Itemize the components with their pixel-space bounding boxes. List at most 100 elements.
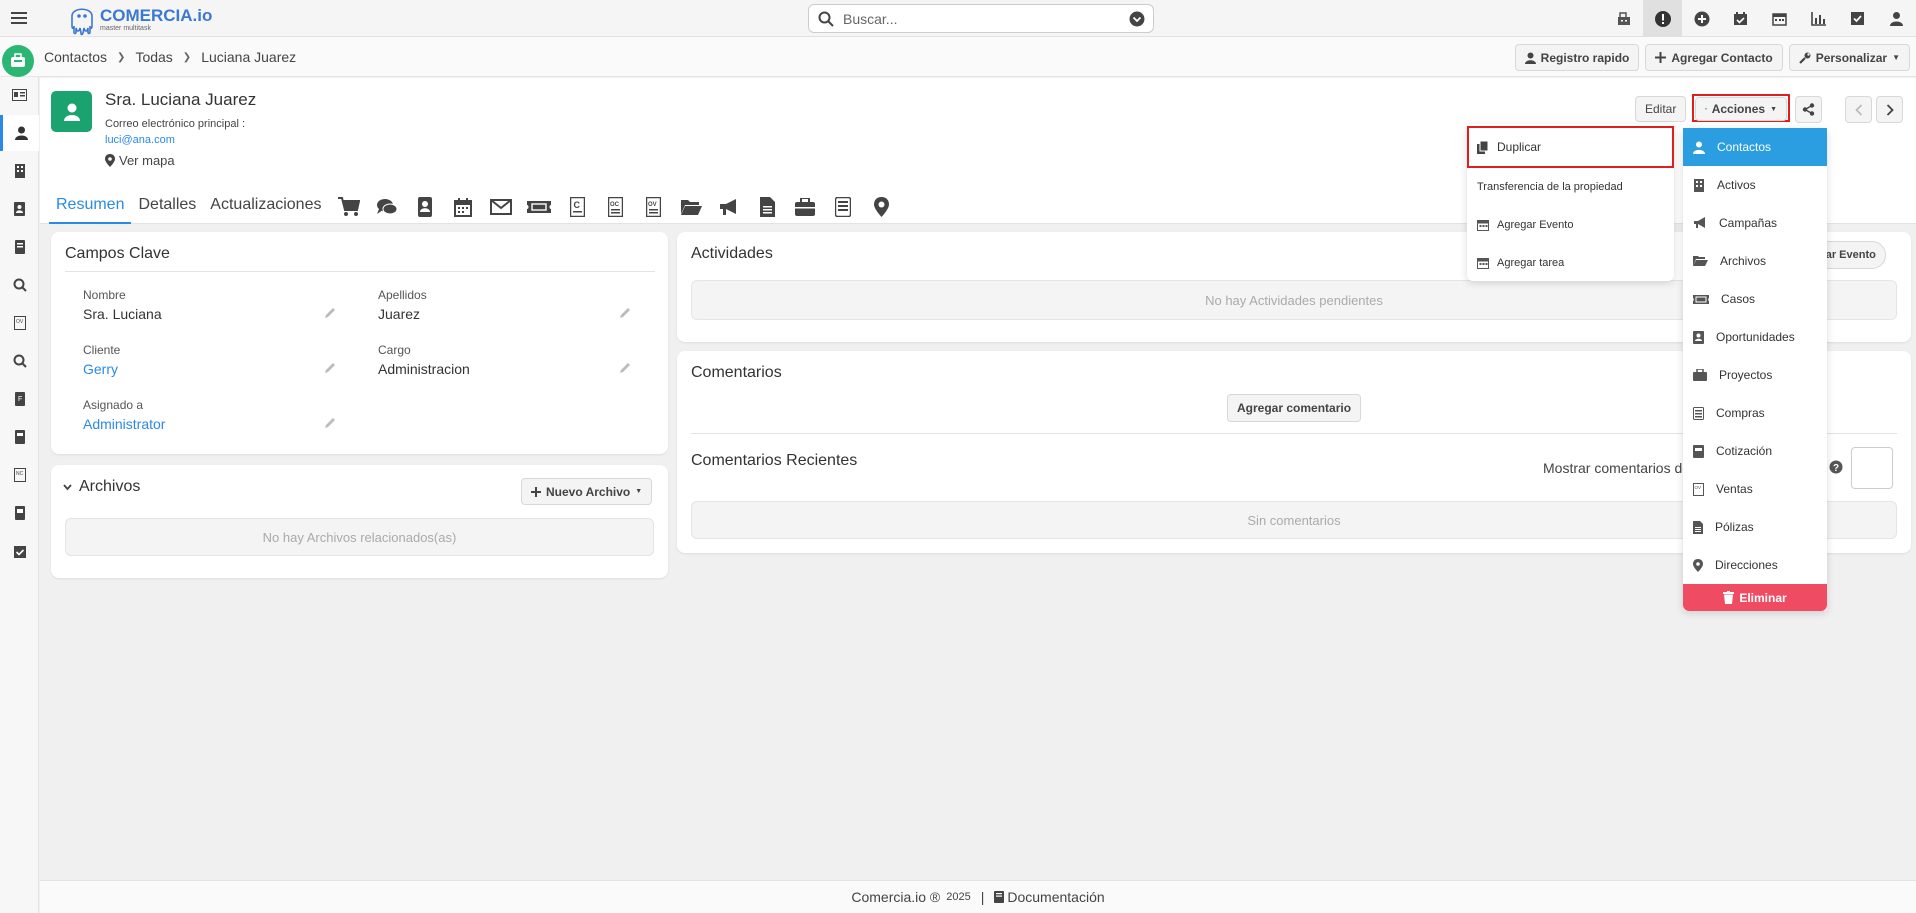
add-comment-button[interactable]: Agregar comentario bbox=[1227, 394, 1362, 422]
email-link[interactable]: luci@ana.com bbox=[105, 134, 175, 146]
new-file-label: Nuevo Archivo bbox=[546, 484, 631, 499]
menu-item-campanas[interactable]: Campañas bbox=[1683, 204, 1827, 242]
menu-item-activos[interactable]: Activos bbox=[1683, 166, 1827, 204]
breadcrumb-todas[interactable]: Todas bbox=[135, 49, 172, 65]
delete-button[interactable]: Eliminar bbox=[1683, 584, 1827, 611]
menu-item-direcciones[interactable]: Direcciones bbox=[1683, 546, 1827, 584]
module-home-icon[interactable] bbox=[2, 45, 34, 77]
breadcrumb-contactos[interactable]: Contactos bbox=[44, 49, 107, 65]
customize-button[interactable]: Personalizar ▼ bbox=[1788, 44, 1910, 71]
sales-order-icon: OV bbox=[1693, 482, 1704, 496]
bar-chart-icon[interactable] bbox=[1799, 0, 1838, 37]
menu-item-agregar-tarea[interactable]: Agregar tarea bbox=[1467, 244, 1674, 282]
menu-item-casos[interactable]: Casos bbox=[1683, 280, 1827, 318]
menu-item-compras[interactable]: Compras bbox=[1683, 394, 1827, 432]
search-input[interactable] bbox=[843, 10, 1113, 28]
next-record-button[interactable] bbox=[1876, 96, 1903, 123]
field-value-apellidos: Juarez bbox=[378, 306, 421, 322]
sidebar-item-calendar[interactable] bbox=[0, 533, 39, 569]
pencil-icon[interactable] bbox=[619, 361, 632, 374]
pencil-icon[interactable] bbox=[324, 361, 337, 374]
document-icon bbox=[14, 240, 25, 254]
calendar-icon[interactable] bbox=[1760, 0, 1799, 37]
docs-link[interactable]: Documentación bbox=[994, 889, 1105, 905]
logo[interactable]: COMERCIA.io master multitask bbox=[68, 1, 212, 37]
menu-item-polizas[interactable]: Pólizas bbox=[1683, 508, 1827, 546]
sidebar-item-reports[interactable] bbox=[0, 495, 39, 531]
file-text-icon[interactable] bbox=[754, 194, 780, 220]
sales-order-icon[interactable]: OV bbox=[640, 194, 666, 220]
report-icon bbox=[14, 506, 25, 520]
comments-icon[interactable] bbox=[374, 194, 400, 220]
menu-item-transferencia-label: Transferencia de la propiedad bbox=[1477, 181, 1623, 193]
actions-button[interactable]: Acciones ▼ bbox=[1695, 97, 1787, 121]
field-value-cliente[interactable]: Gerry bbox=[83, 361, 118, 377]
sidebar-item-bills[interactable] bbox=[0, 419, 39, 455]
new-file-button[interactable]: Nuevo Archivo ▼ bbox=[521, 478, 653, 505]
folder-open-icon[interactable] bbox=[678, 194, 704, 220]
purchases-icon[interactable] bbox=[830, 194, 856, 220]
envelope-icon[interactable] bbox=[488, 194, 514, 220]
field-value-asignado[interactable]: Administrator bbox=[83, 416, 165, 432]
fax-icon[interactable] bbox=[1604, 0, 1643, 37]
chevron-right-icon: ❯ bbox=[117, 51, 126, 63]
document-c-icon[interactable]: C bbox=[564, 194, 590, 220]
previous-record-button[interactable] bbox=[1845, 96, 1872, 123]
sidebar-item-invoices[interactable]: F bbox=[0, 381, 39, 417]
calendar-icon[interactable] bbox=[450, 194, 476, 220]
menu-item-cotizacion[interactable]: Cotización bbox=[1683, 432, 1827, 470]
menu-item-contactos[interactable]: Contactos bbox=[1683, 128, 1827, 166]
plus-circle-icon[interactable] bbox=[1682, 0, 1721, 37]
user-icon[interactable] bbox=[1877, 0, 1916, 37]
sidebar-item-quotes[interactable]: OV bbox=[0, 305, 39, 341]
tab-actualizaciones[interactable]: Actualizaciones bbox=[203, 190, 328, 224]
menu-item-ventas-label: Ventas bbox=[1716, 482, 1753, 496]
menu-item-duplicar-label: Duplicar bbox=[1497, 140, 1542, 154]
menu-item-agregar-evento[interactable]: Agregar Evento bbox=[1467, 206, 1674, 244]
ticket-icon[interactable] bbox=[526, 194, 552, 220]
calendar-check-icon[interactable] bbox=[1721, 0, 1760, 37]
global-search[interactable] bbox=[808, 4, 1154, 33]
menu-item-archivos[interactable]: Archivos bbox=[1683, 242, 1827, 280]
cart-icon[interactable] bbox=[336, 194, 362, 220]
address-book-icon[interactable] bbox=[412, 194, 438, 220]
hamburger-menu-icon[interactable] bbox=[9, 8, 29, 28]
menu-item-proyectos[interactable]: Proyectos bbox=[1683, 356, 1827, 394]
checkbox-icon[interactable] bbox=[1838, 0, 1877, 37]
show-comments-toggle[interactable] bbox=[1851, 447, 1893, 489]
menu-item-oportunidades[interactable]: Oportunidades bbox=[1683, 318, 1827, 356]
sidebar-item-documents[interactable] bbox=[0, 229, 39, 265]
help-icon[interactable]: ? bbox=[1829, 460, 1843, 474]
sidebar-item-contact-book[interactable] bbox=[0, 191, 39, 227]
alert-icon[interactable] bbox=[1643, 0, 1682, 37]
sidebar-item-nc[interactable]: NC bbox=[0, 457, 39, 493]
megaphone-icon[interactable] bbox=[716, 194, 742, 220]
chevron-down-circle-icon[interactable] bbox=[1129, 11, 1145, 27]
menu-item-compras-label: Compras bbox=[1716, 406, 1765, 420]
sidebar-item-accounts[interactable] bbox=[0, 153, 39, 189]
pencil-icon[interactable] bbox=[324, 306, 337, 319]
add-contact-button[interactable]: Agregar Contacto bbox=[1645, 44, 1783, 71]
sidebar-item-dashboard[interactable] bbox=[0, 77, 39, 113]
briefcase-icon[interactable] bbox=[792, 194, 818, 220]
pencil-icon[interactable] bbox=[619, 306, 632, 319]
tab-resumen[interactable]: Resumen bbox=[49, 190, 132, 224]
menu-item-duplicar[interactable]: Duplicar bbox=[1467, 130, 1674, 164]
share-button[interactable] bbox=[1795, 96, 1822, 123]
quick-register-button[interactable]: Registro rapido bbox=[1514, 44, 1640, 71]
menu-item-transferencia[interactable]: Transferencia de la propiedad bbox=[1467, 168, 1674, 206]
share-icon bbox=[1802, 103, 1815, 116]
edit-button[interactable]: Editar bbox=[1635, 96, 1687, 122]
files-header[interactable]: Archivos bbox=[63, 478, 140, 496]
map-link[interactable]: Ver mapa bbox=[105, 153, 175, 168]
menu-item-ventas[interactable]: OV Ventas bbox=[1683, 470, 1827, 508]
field-label-apellidos: Apellidos bbox=[378, 288, 427, 302]
sidebar-item-contacts[interactable] bbox=[0, 115, 39, 151]
map-marker-icon[interactable] bbox=[868, 194, 894, 220]
pencil-icon[interactable] bbox=[324, 416, 337, 429]
map-marker-icon bbox=[105, 154, 115, 167]
tab-detalles[interactable]: Detalles bbox=[131, 190, 203, 224]
purchase-order-icon[interactable]: OC bbox=[602, 194, 628, 220]
sidebar-item-search[interactable] bbox=[0, 267, 39, 303]
sidebar-item-search-alt[interactable] bbox=[0, 343, 39, 379]
